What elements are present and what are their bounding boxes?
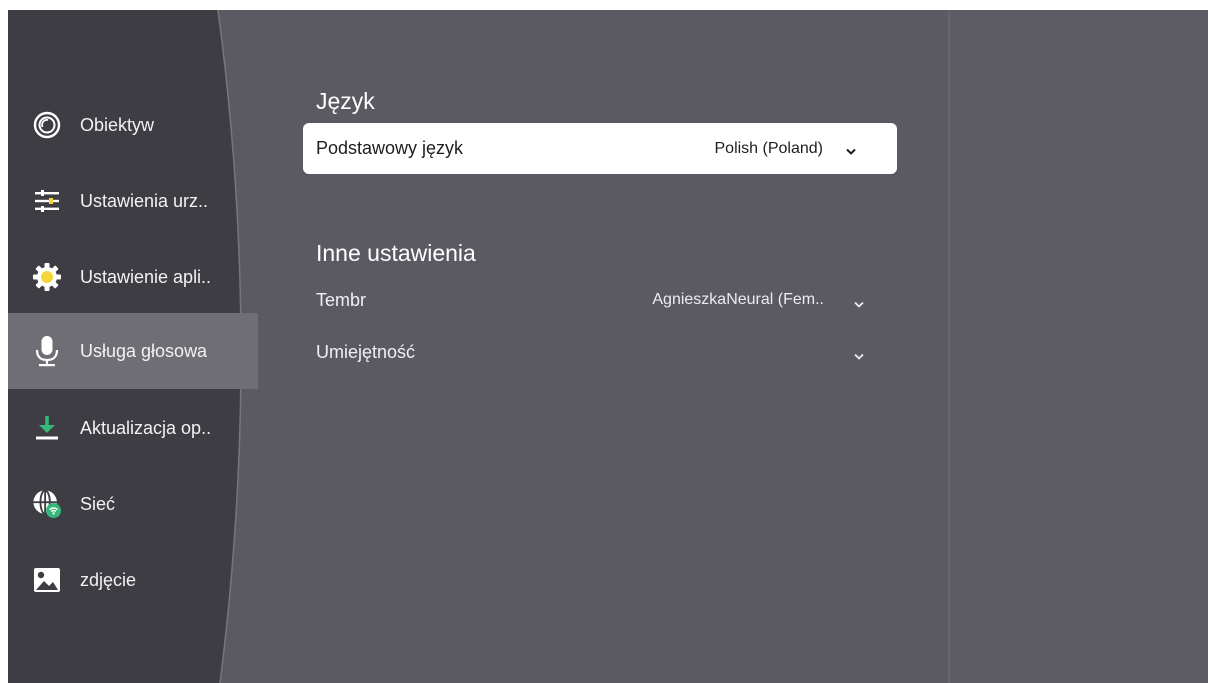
tembr-label: Tembr [316,290,367,310]
sidebar-item-label: Ustawienie apli.. [80,266,212,287]
gear-icon [32,262,62,292]
tembr-value: AgnieszkaNeural (Fem.. [652,291,824,308]
chevron-down-icon [854,296,864,314]
sidebar-item-photo[interactable]: zdjęcie [8,542,258,618]
primary-language-value: Polish (Poland) [714,139,824,157]
sidebar-item-lens[interactable]: Obiektyw [8,87,258,163]
microphone-icon [32,336,62,367]
sidebar-item-label: Sieć [80,493,116,514]
sidebar-item-label: zdjęcie [80,569,137,590]
globe-wifi-icon [32,489,62,519]
sidebar: Obiektyw Ustawienia urz.. Ustawienie apl… [8,10,258,683]
sidebar-item-update[interactable]: Aktualizacja op.. [8,390,258,466]
sidebar-item-label: Aktualizacja op.. [80,417,212,438]
right-pane [950,10,1208,683]
sidebar-item-label: Usługa głosowa [80,340,208,361]
language-section-title: Język [316,88,375,114]
sidebar-item-voice-service[interactable]: Usługa głosowa [8,313,258,389]
tembr-dropdown[interactable]: Tembr AgnieszkaNeural (Fem.. [316,286,876,316]
sidebar-item-network[interactable]: Sieć [8,466,258,542]
primary-language-label: Podstawowy język [316,138,464,158]
chevron-down-icon [854,348,864,366]
sidebar-item-label: Obiektyw [80,114,155,135]
skill-label: Umiejętność [316,342,416,362]
primary-language-dropdown[interactable]: Podstawowy język Polish (Poland) [303,123,897,174]
lens-icon [32,110,62,140]
other-settings-section-title: Inne ustawienia [316,240,476,266]
settings-screen: Obiektyw Ustawienia urz.. Ustawienie apl… [8,10,1208,683]
chevron-down-icon [846,143,856,161]
sliders-icon [32,186,62,216]
sidebar-item-app-settings[interactable]: Ustawienie apli.. [8,239,258,315]
sidebar-item-label: Ustawienia urz.. [80,190,209,211]
download-icon [32,413,62,443]
sidebar-item-device-settings[interactable]: Ustawienia urz.. [8,163,258,239]
skill-dropdown[interactable]: Umiejętność [316,338,876,368]
image-icon [32,565,62,595]
